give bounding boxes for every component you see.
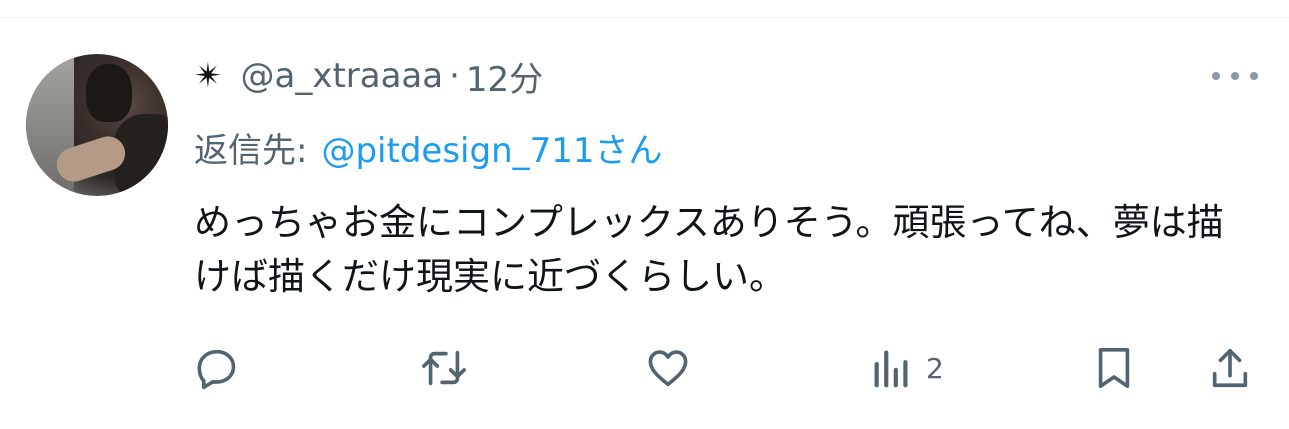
avatar[interactable] xyxy=(26,54,168,196)
reply-button[interactable] xyxy=(194,340,240,396)
bookmark-button[interactable] xyxy=(1094,340,1134,396)
more-dot xyxy=(1231,72,1239,80)
more-dot xyxy=(1212,72,1220,80)
views-button[interactable]: 2 xyxy=(870,340,944,396)
reply-to-line: 返信先: @pitdesign_711さん xyxy=(194,123,663,172)
retweet-button[interactable] xyxy=(418,340,470,396)
avatar-figure-head xyxy=(86,64,132,122)
action-bar: 2 xyxy=(0,340,1289,396)
reply-mention-link[interactable]: @pitdesign_711さん xyxy=(321,123,662,172)
heart-icon xyxy=(648,350,688,387)
bookmark-icon xyxy=(1098,347,1130,389)
user-handle[interactable]: @a_xtraaaa xyxy=(241,56,444,96)
share-icon xyxy=(1212,348,1248,388)
reply-icon xyxy=(197,349,236,390)
views-count: 2 xyxy=(926,351,944,385)
views-chart-icon xyxy=(874,350,908,388)
timestamp[interactable]: 12分 xyxy=(466,52,543,101)
like-button[interactable] xyxy=(644,340,692,396)
more-dot xyxy=(1250,72,1258,80)
retweet-icon xyxy=(422,350,466,386)
tweet-header: ✴ @a_xtraaaa · 12分 xyxy=(194,52,543,101)
share-button[interactable] xyxy=(1208,340,1252,396)
more-options-icon[interactable] xyxy=(1212,66,1258,86)
star-icon[interactable]: ✴ xyxy=(194,59,223,93)
reply-prefix: 返信先: xyxy=(194,130,308,171)
top-divider xyxy=(0,17,1289,18)
tweet-text: めっちゃお金にコンプレックスありそう。頑張ってね、夢は描けば描くだけ現実に近づく… xyxy=(194,201,1224,298)
separator-dot: · xyxy=(449,56,460,96)
